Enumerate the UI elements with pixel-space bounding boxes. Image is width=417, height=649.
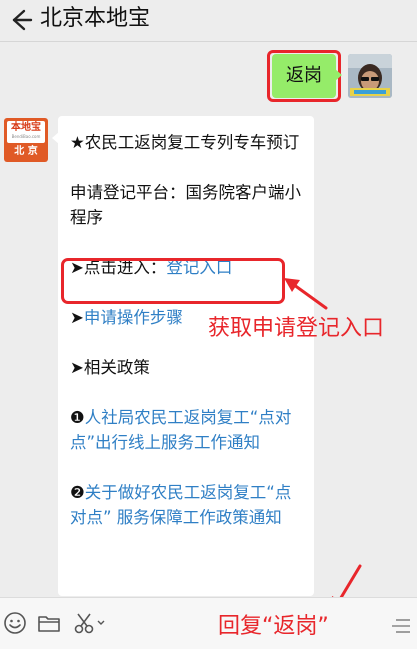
bullet-one: ❶ [70, 408, 85, 427]
user-avatar[interactable] [348, 54, 392, 98]
message-line: ★农民工返岗复工专列专车预订 [70, 133, 300, 152]
annotation-get-entry: 获取申请登记入口 [208, 316, 385, 341]
folder-icon[interactable] [36, 610, 62, 636]
emoji-icon[interactable] [2, 610, 28, 636]
annotation-reply-hint: 回复“返岗” [218, 614, 329, 639]
outgoing-message-bubble[interactable]: 返岗 [272, 54, 336, 98]
bubble-tail [335, 69, 342, 81]
chat-title: 北京本地宝 [40, 6, 151, 31]
scissors-icon[interactable] [72, 610, 108, 636]
message-line: ❷关于做好农民工返岗复工“点对点” 服务保障工作政策通知 [70, 480, 302, 530]
message-line: ➤相关政策 [70, 358, 150, 377]
menu-icon[interactable] [386, 614, 412, 640]
input-toolbar [0, 597, 417, 649]
user-avatar-image [348, 54, 392, 98]
highlight-box [61, 258, 285, 304]
policy-link-2[interactable]: 关于做好农民工返岗复工“点对点” 服务保障工作政策通知 [70, 483, 291, 527]
message-line: 申请登记平台：国务院客户端小程序 [70, 183, 301, 227]
link-prefix: ➤ [70, 308, 84, 327]
message-line: ❶人社局农民工返岗复工“点对点”出行线上服务工作通知 [70, 405, 302, 455]
back-arrow-icon[interactable] [6, 6, 34, 34]
policy-link-1[interactable]: 人社局农民工返岗复工“点对点”出行线上服务工作通知 [70, 408, 291, 452]
bullet-two: ❷ [70, 483, 85, 502]
bot-logo-city: 北 京 [14, 146, 38, 157]
bot-logo-sub: BendiBao.com [11, 134, 41, 139]
incoming-message-bubble: ★农民工返岗复工专列专车预订 申请登记平台：国务院客户端小程序 ➤点击进入：登记… [58, 116, 314, 596]
annotation-arrow-icon [284, 278, 328, 310]
apply-steps-link[interactable]: 申请操作步骤 [84, 308, 183, 327]
chat-header: 北京本地宝 [0, 0, 417, 42]
bot-avatar[interactable]: 本地宝 BendiBao.com 北 京 [4, 118, 48, 162]
